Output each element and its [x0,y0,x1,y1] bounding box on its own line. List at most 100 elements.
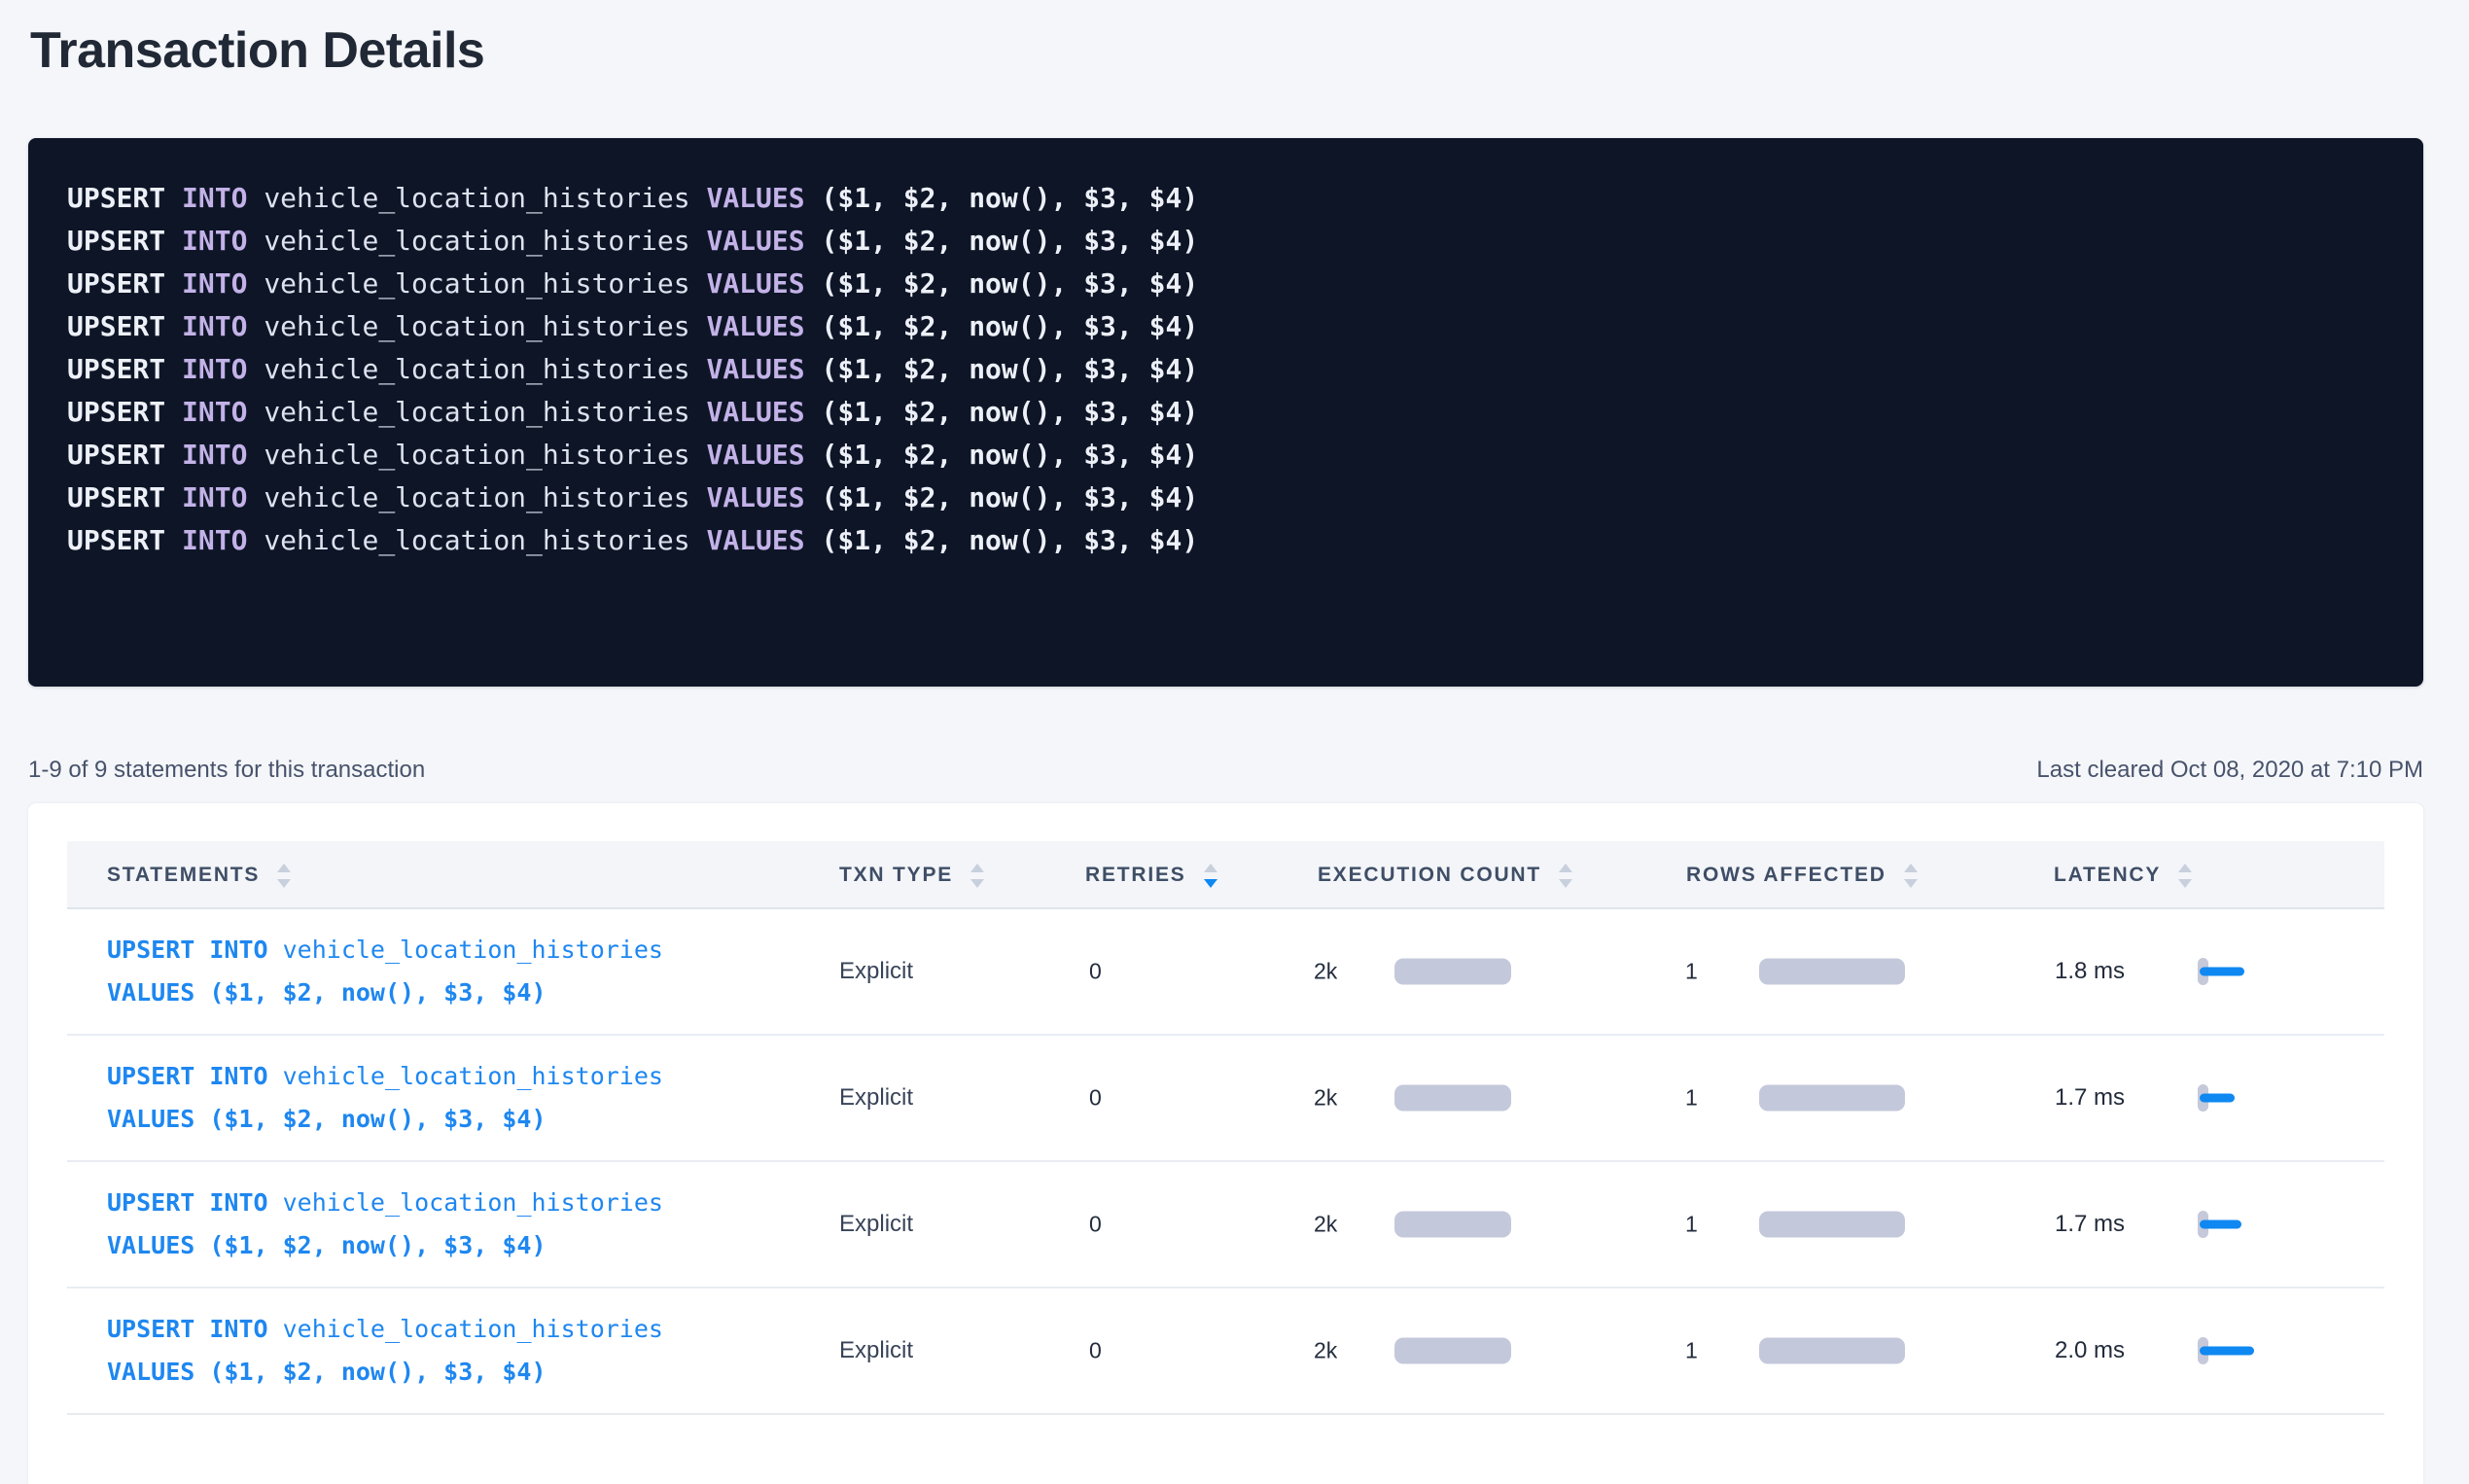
latency-chart [2198,1337,2275,1364]
sql-token: vehicle_location_histories [264,353,689,385]
latency-value: 1.7 ms [2055,1211,2125,1238]
execution-count-value: 2k [1314,1085,1337,1112]
column-header-rows-affected[interactable]: ROWS AFFECTED [1686,841,1918,909]
latency-value: 1.8 ms [2055,958,2125,985]
table-header: STATEMENTS TXN TYPE RETRIES EXECUTION CO… [67,841,2384,909]
sort-arrows-icon [1559,864,1572,888]
rows-affected-value: 1 [1685,959,1698,985]
sql-token: ($1, $2, now(), $3, $4) [821,267,1198,300]
statement-link[interactable]: UPSERT INTO vehicle_location_histories V… [107,929,663,1014]
rows-affected-value: 1 [1685,1212,1698,1238]
txn-type-cell: Explicit [839,1211,913,1238]
sql-token: vehicle_location_histories [264,396,689,428]
statement-link[interactable]: UPSERT INTO vehicle_location_histories V… [107,1055,663,1141]
sort-arrows-icon [277,864,291,888]
table-row: UPSERT INTO vehicle_location_histories V… [67,1162,2384,1289]
sql-token: vehicle_location_histories [283,936,663,964]
column-header-txn-type[interactable]: TXN TYPE [839,841,984,909]
statements-count-text: 1-9 of 9 statements for this transaction [28,757,425,784]
latency-bar [2200,968,2244,976]
sql-token: INTO [182,439,247,471]
table-meta-row: 1-9 of 9 statements for this transaction… [28,749,2423,792]
column-header-latency[interactable]: LATENCY [2054,841,2192,909]
statement-line-2: VALUES ($1, $2, now(), $3, $4) [107,972,663,1014]
statement-line-2: VALUES ($1, $2, now(), $3, $4) [107,1351,663,1394]
execution-count-value: 2k [1314,1338,1337,1364]
statements-table-body: UPSERT INTO vehicle_location_histories V… [67,909,2384,1415]
txn-type-cell: Explicit [839,958,913,985]
sql-token: vehicle_location_histories [283,1315,663,1343]
sql-token: INTO [182,225,247,257]
sql-token: ($1, $2, now(), $3, $4) [821,310,1198,342]
sql-token: VALUES [706,225,804,257]
column-header-statements[interactable]: STATEMENTS [107,841,291,909]
sql-token: INTO [182,267,247,300]
sql-token: UPSERT [67,439,165,471]
retries-cell: 0 [1089,1338,1102,1364]
statement-link[interactable]: UPSERT INTO vehicle_location_histories V… [107,1182,663,1267]
sql-token: VALUES [706,396,804,428]
sql-token: UPSERT INTO [107,1062,283,1090]
sql-token: UPSERT [67,396,165,428]
column-header-execution-count[interactable]: EXECUTION COUNT [1318,841,1572,909]
execution-count-bar [1394,1338,1511,1364]
sql-statement-line: UPSERT INTO vehicle_location_histories V… [67,220,2384,263]
sql-token: VALUES [706,267,804,300]
rows-affected-bar [1759,1085,1905,1112]
sql-token: VALUES [107,1358,209,1386]
page-title: Transaction Details [30,21,484,80]
sql-token: VALUES [706,182,804,214]
statement-line-1: UPSERT INTO vehicle_location_histories [107,1182,663,1224]
sql-token: UPSERT [67,267,165,300]
sql-token: VALUES [107,1105,209,1133]
latency-bar [2200,1347,2254,1356]
txn-type-cell: Explicit [839,1337,913,1364]
rows-affected-value: 1 [1685,1085,1698,1112]
sql-token: ($1, $2, now(), $3, $4) [209,1358,546,1386]
sql-statements-box: UPSERT INTO vehicle_location_histories V… [28,138,2423,687]
transaction-details-page: Transaction Details UPSERT INTO vehicle_… [0,0,2469,1410]
column-header-retries[interactable]: RETRIES [1085,841,1217,909]
retries-cell: 0 [1089,1085,1102,1112]
execution-count-bar [1394,959,1511,985]
latency-chart [2198,1084,2275,1112]
statement-line-2: VALUES ($1, $2, now(), $3, $4) [107,1098,663,1141]
statements-table: STATEMENTS TXN TYPE RETRIES EXECUTION CO… [67,841,2384,1415]
sql-statement-line: UPSERT INTO vehicle_location_histories V… [67,348,2384,391]
latency-value: 2.0 ms [2055,1337,2125,1364]
sql-token: ($1, $2, now(), $3, $4) [209,1231,546,1259]
statement-link[interactable]: UPSERT INTO vehicle_location_histories V… [107,1308,663,1394]
sql-token: vehicle_location_histories [264,524,689,556]
latency-chart [2198,1211,2275,1238]
latency-value: 1.7 ms [2055,1084,2125,1112]
sql-token: UPSERT INTO [107,1315,283,1343]
table-row: UPSERT INTO vehicle_location_histories V… [67,909,2384,1036]
sql-token: ($1, $2, now(), $3, $4) [821,524,1198,556]
table-row: UPSERT INTO vehicle_location_histories V… [67,1289,2384,1415]
execution-count-value: 2k [1314,959,1337,985]
latency-bar [2200,1094,2235,1103]
sql-statement-line: UPSERT INTO vehicle_location_histories V… [67,263,2384,305]
retries-cell: 0 [1089,959,1102,985]
execution-count-bar [1394,1085,1511,1112]
sql-token: ($1, $2, now(), $3, $4) [821,481,1198,513]
sql-token: UPSERT [67,481,165,513]
sql-token: ($1, $2, now(), $3, $4) [821,439,1198,471]
sql-statement-line: UPSERT INTO vehicle_location_histories V… [67,519,2384,562]
rows-affected-bar [1759,1338,1905,1364]
retries-cell: 0 [1089,1212,1102,1238]
sql-token: INTO [182,182,247,214]
execution-count-value: 2k [1314,1212,1337,1238]
last-cleared-text: Last cleared Oct 08, 2020 at 7:10 PM [2036,757,2423,784]
sort-arrows-icon [970,864,984,888]
statement-line-2: VALUES ($1, $2, now(), $3, $4) [107,1224,663,1267]
sql-token: UPSERT [67,353,165,385]
sql-token: INTO [182,310,247,342]
sql-token: UPSERT [67,524,165,556]
sql-token: vehicle_location_histories [264,481,689,513]
latency-bar [2200,1220,2241,1229]
txn-type-cell: Explicit [839,1084,913,1112]
statement-line-1: UPSERT INTO vehicle_location_histories [107,1055,663,1098]
sql-token: vehicle_location_histories [264,310,689,342]
sql-token: VALUES [107,978,209,1007]
